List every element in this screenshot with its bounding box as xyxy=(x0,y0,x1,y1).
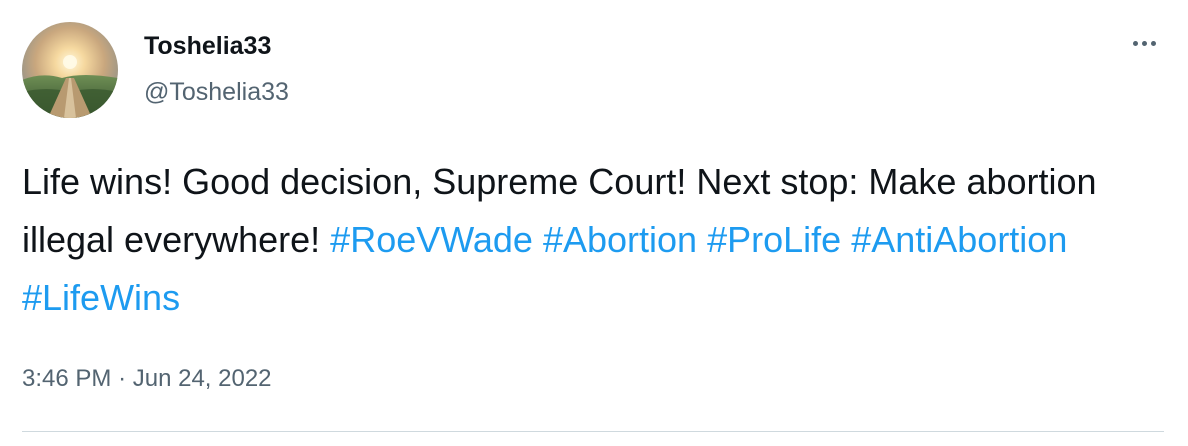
tweet-date[interactable]: Jun 24, 2022 xyxy=(133,365,272,392)
ellipsis-icon[interactable] xyxy=(1124,28,1164,58)
more-dot xyxy=(1141,40,1147,46)
avatar-image xyxy=(22,22,118,118)
timestamp-separator: · xyxy=(118,365,127,392)
display-name[interactable]: Toshelia33 xyxy=(144,32,271,61)
tweet-text: Life wins! Good decision, Supreme Court!… xyxy=(22,153,1162,327)
tweet-time[interactable]: 3:46 PM xyxy=(22,365,111,392)
more-dot xyxy=(1132,40,1138,46)
hashtag-link[interactable]: #RoeVWade xyxy=(330,219,533,260)
divider xyxy=(22,431,1164,432)
more-dot xyxy=(1150,40,1156,46)
tweet-timestamp: 3:46 PM · Jun 24, 2022 xyxy=(22,365,272,393)
hashtag-link[interactable]: #AntiAbortion xyxy=(851,219,1067,260)
tweet-card: Toshelia33 @Toshelia33 Life wins! Good d… xyxy=(0,0,1188,446)
hashtag-link[interactable]: #LifeWins xyxy=(22,277,180,318)
avatar[interactable] xyxy=(22,22,118,118)
user-handle[interactable]: @Toshelia33 xyxy=(144,78,289,107)
hashtag-link[interactable]: #ProLife xyxy=(707,219,841,260)
hashtag-link[interactable]: #Abortion xyxy=(543,219,697,260)
